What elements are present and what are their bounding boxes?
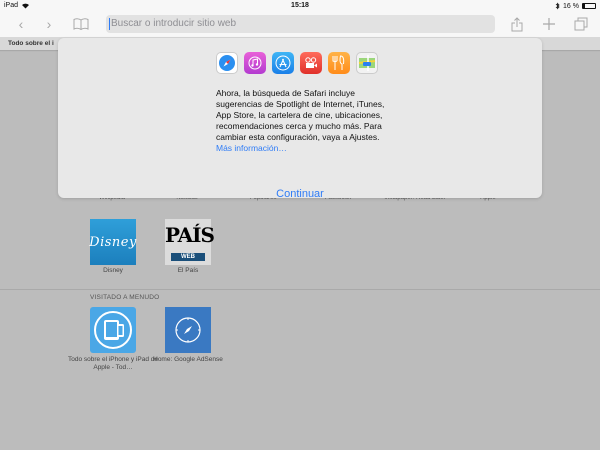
continue-button[interactable]: Continuar	[58, 188, 542, 200]
new-tab-button[interactable]	[540, 15, 558, 33]
battery-icon	[582, 3, 596, 9]
bookmarks-button[interactable]	[72, 15, 90, 33]
popover-message: Ahora, la búsqueda de Safari incluye sug…	[216, 88, 386, 154]
status-bar: iPad 15:18 16 %	[0, 0, 600, 11]
battery-percent: 16 %	[563, 2, 579, 10]
status-right: 16 %	[555, 2, 596, 10]
status-time: 15:18	[291, 2, 309, 9]
safari-icon	[216, 52, 238, 74]
videos-icon	[300, 52, 322, 74]
tabs-button[interactable]	[572, 15, 590, 33]
bookmark-item[interactable]: Todo sobre el i	[8, 40, 54, 47]
forward-button[interactable]: ›	[40, 15, 58, 33]
battery-level	[583, 4, 585, 8]
ipad-iphone-icon	[94, 311, 132, 349]
compass-icon	[175, 317, 201, 343]
book-icon	[73, 18, 89, 31]
bluetooth-icon	[555, 2, 560, 10]
tabs-icon	[574, 17, 588, 31]
favorite-tile-disney[interactable]: Disney	[89, 219, 137, 265]
browser-toolbar: ‹ › Buscar o introducir sitio web	[0, 11, 600, 37]
popover-body: Ahora, la búsqueda de Safari incluye sug…	[216, 88, 385, 142]
disney-logo: Disney	[89, 234, 137, 250]
frequent-tile-applesfera[interactable]	[90, 307, 136, 353]
frequent-tile-adsense[interactable]	[165, 307, 211, 353]
share-button[interactable]	[508, 15, 526, 33]
more-info-link[interactable]: Más información…	[216, 143, 287, 153]
favorite-tile-label-elpais: El País	[177, 267, 199, 274]
frequent-section-title: VISITADO A MENUDO	[90, 294, 160, 301]
restaurant-icon	[328, 52, 350, 74]
address-bar[interactable]: Buscar o introducir sitio web	[106, 15, 495, 33]
app-icon-row	[216, 52, 378, 74]
section-divider	[0, 289, 600, 290]
elpais-logo: PAÍS	[165, 223, 215, 247]
spotlight-popover: Ahora, la búsqueda de Safari incluye sug…	[58, 38, 542, 200]
address-placeholder: Buscar o introducir sitio web	[111, 18, 237, 29]
favorite-tile-elpais[interactable]: PAÍS WEB	[165, 219, 215, 265]
elpais-web-badge: WEB	[171, 253, 205, 261]
frequent-tile-label-adsense: Home: Google AdSense	[153, 356, 223, 363]
back-chevron-icon: ‹	[18, 16, 24, 32]
app-store-icon	[272, 52, 294, 74]
share-icon	[511, 17, 523, 32]
text-caret	[109, 18, 110, 30]
maps-icon	[356, 52, 378, 74]
itunes-icon	[244, 52, 266, 74]
back-button[interactable]: ‹	[12, 15, 30, 33]
forward-chevron-icon: ›	[46, 16, 52, 32]
plus-icon	[543, 18, 555, 30]
